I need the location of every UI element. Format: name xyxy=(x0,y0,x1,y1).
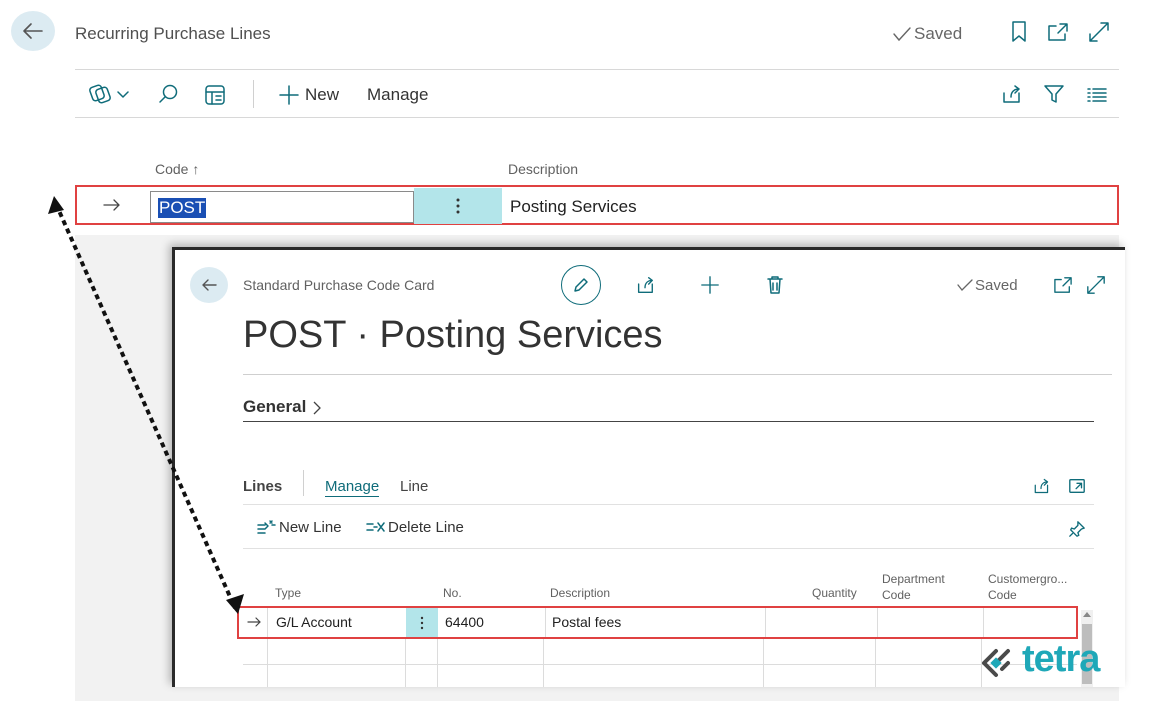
card-title-divider xyxy=(243,374,1112,375)
bookmark-icon[interactable] xyxy=(1007,20,1031,44)
arrow-left-icon xyxy=(23,23,43,39)
lines-header-department-1[interactable]: Department xyxy=(882,572,945,586)
lines-header-type[interactable]: Type xyxy=(275,586,301,600)
connector-arrow xyxy=(48,196,244,614)
scroll-up-icon[interactable] xyxy=(1083,612,1091,617)
card-caption: Standard Purchase Code Card xyxy=(243,277,435,293)
chevron-right-icon xyxy=(311,400,323,416)
general-section-label: General xyxy=(243,397,307,416)
card-saved-check-icon xyxy=(956,278,974,292)
card-share-icon[interactable] xyxy=(634,274,656,296)
sort-ascending-icon: ↑ xyxy=(192,161,200,177)
open-new-window-icon[interactable] xyxy=(1046,20,1070,44)
lines-header-quantity[interactable]: Quantity xyxy=(812,586,857,600)
general-divider xyxy=(243,421,1094,422)
lines-header-description[interactable]: Description xyxy=(550,586,610,600)
tab-manage[interactable]: Manage xyxy=(325,478,380,497)
card-saved-status: Saved xyxy=(975,277,1018,294)
lines-row-menu-button[interactable] xyxy=(406,608,438,637)
list-view-icon[interactable] xyxy=(1085,83,1109,107)
page-title: Recurring Purchase Lines xyxy=(75,24,271,43)
more-vertical-icon xyxy=(420,616,424,629)
pin-icon[interactable] xyxy=(1066,518,1088,540)
lines-divider-v xyxy=(303,470,304,496)
pencil-icon xyxy=(574,278,588,292)
general-section-header[interactable]: General xyxy=(243,397,306,417)
lines-description-value[interactable]: Postal fees xyxy=(552,614,621,630)
new-line-icon xyxy=(255,518,277,536)
lines-header-customergroup-2: Code xyxy=(988,588,1017,602)
column-header-code-label: Code xyxy=(155,161,189,177)
share-icon[interactable] xyxy=(999,82,1023,106)
column-header-description[interactable]: Description xyxy=(508,161,578,177)
tetra-logo: tetra xyxy=(980,638,1140,684)
lines-no-value[interactable]: 64400 xyxy=(445,614,484,630)
screenshot: Recurring Purchase Lines Saved New Manag… xyxy=(0,0,1150,701)
back-button[interactable] xyxy=(11,11,55,51)
saved-status: Saved xyxy=(914,24,963,43)
row-menu-button[interactable] xyxy=(414,188,502,224)
description-value: Posting Services xyxy=(510,197,637,216)
edit-button[interactable] xyxy=(561,265,601,305)
lines-row-divider-1 xyxy=(267,608,268,637)
new-button[interactable]: New xyxy=(305,85,339,105)
lines-row-divider-2 xyxy=(545,608,546,637)
lines-row-divider-5 xyxy=(983,608,984,637)
delete-line-icon xyxy=(364,518,386,536)
lines-type-value[interactable]: G/L Account xyxy=(276,614,352,630)
more-vertical-icon xyxy=(456,198,460,214)
lines-header-department-2: Code xyxy=(882,588,911,602)
card-expand-icon[interactable] xyxy=(1085,274,1107,296)
lines-row-divider-3 xyxy=(765,608,766,637)
actionbar-divider xyxy=(75,117,1119,118)
lines-actions-divider xyxy=(243,548,1094,549)
plus-icon[interactable] xyxy=(277,83,301,107)
lines-row-divider-4 xyxy=(877,608,878,637)
card-open-new-window-icon[interactable] xyxy=(1052,274,1074,296)
lines-share-icon[interactable] xyxy=(1030,475,1052,497)
lines-header-no[interactable]: No. xyxy=(443,586,462,600)
column-header-code[interactable]: Code ↑ xyxy=(155,161,199,177)
card-new-icon[interactable] xyxy=(699,274,721,296)
header-divider xyxy=(75,69,1119,70)
card-title: POST · Posting Services xyxy=(243,314,663,356)
tetra-logo-mark xyxy=(982,649,1010,677)
manage-menu[interactable]: Manage xyxy=(367,85,428,105)
tab-line[interactable]: Line xyxy=(400,478,428,495)
expand-icon[interactable] xyxy=(1087,20,1111,44)
delete-line-button[interactable]: Delete Line xyxy=(388,519,464,536)
saved-check-icon xyxy=(891,25,913,43)
lines-tab-divider xyxy=(243,504,1094,505)
action-divider xyxy=(253,80,254,108)
lines-popout-icon[interactable] xyxy=(1066,475,1088,497)
new-line-button[interactable]: New Line xyxy=(279,519,342,536)
edit-list-icon[interactable] xyxy=(203,83,227,107)
lines-table-row[interactable]: G/L Account 64400 Postal fees xyxy=(237,606,1078,639)
copilot-menu-icon[interactable] xyxy=(88,82,134,106)
tetra-wordmark: tetra xyxy=(1022,638,1100,680)
filter-icon[interactable] xyxy=(1042,82,1066,106)
search-icon[interactable] xyxy=(156,82,180,106)
lines-header-customergroup-1[interactable]: Customergro... xyxy=(988,572,1067,586)
delete-icon[interactable] xyxy=(764,274,786,296)
